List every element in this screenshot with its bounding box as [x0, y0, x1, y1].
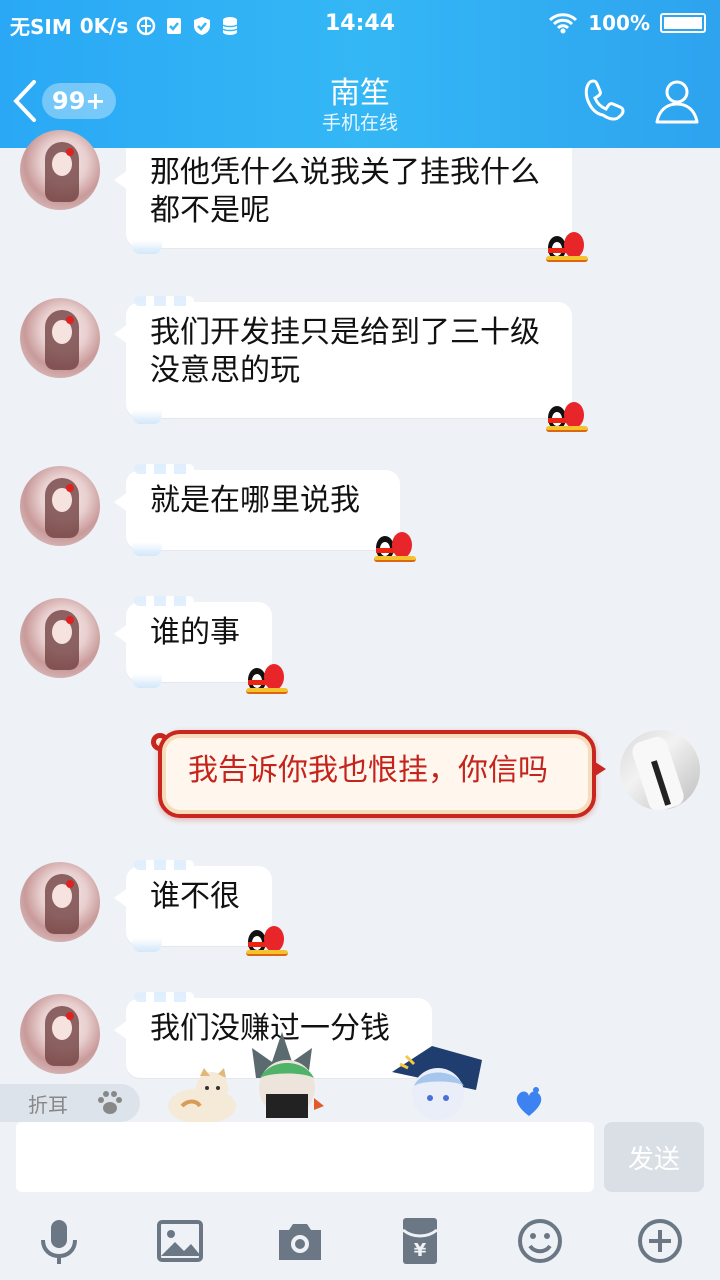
anime-character-sticker-icon: [392, 1046, 482, 1120]
avatar[interactable]: [20, 598, 100, 678]
snow-decoration: [134, 596, 194, 606]
penguin-sticker-icon: [374, 530, 418, 564]
message-text: 谁的事: [150, 615, 240, 650]
message-text: 谁不很: [150, 879, 240, 914]
phone-icon[interactable]: [580, 76, 630, 126]
heart-sticker-icon: [516, 1087, 542, 1116]
send-button[interactable]: 发送: [604, 1122, 704, 1192]
message-bubble[interactable]: 我们开发挂只是给到了三十级没意思的玩: [114, 296, 572, 424]
profile-icon[interactable]: [652, 76, 702, 126]
snow-decoration: [132, 674, 162, 688]
paw-icon: [98, 1091, 122, 1114]
battery-icon: [660, 13, 706, 33]
penguin-sticker-icon: [546, 230, 590, 264]
avatar[interactable]: [20, 130, 100, 210]
image-icon[interactable]: [155, 1216, 205, 1266]
cat-sticker-icon: [168, 1068, 236, 1124]
nav-bar: 99+ 南笙 手机在线: [0, 56, 720, 144]
message-text: 就是在哪里说我: [150, 483, 360, 518]
mic-icon[interactable]: [34, 1216, 84, 1266]
snow-decoration: [134, 464, 194, 474]
my-message-bubble[interactable]: 我告诉你我也恨挂，你信吗: [158, 730, 606, 818]
message-text: 我告诉你我也恨挂，你信吗: [188, 753, 548, 788]
wifi-icon: [549, 13, 578, 34]
snow-decoration: [132, 938, 162, 952]
message-text: 我们开发挂只是给到了三十级没意思的玩: [150, 315, 540, 388]
avatar[interactable]: [20, 862, 100, 942]
message-text: 那他凭什么说我关了挂我什么都不是呢: [150, 155, 540, 228]
camera-icon[interactable]: [275, 1216, 325, 1266]
penguin-sticker-icon: [246, 662, 290, 696]
ear-bar[interactable]: 折耳: [0, 1084, 140, 1122]
snow-decoration: [134, 860, 194, 870]
message-bubble[interactable]: 那他凭什么说我关了挂我什么都不是呢: [114, 148, 572, 254]
snow-decoration: [132, 240, 162, 254]
anime-character-sticker-icon: [252, 1032, 324, 1118]
battery-percent: 100%: [588, 11, 650, 35]
snow-decoration: [132, 410, 162, 424]
avatar[interactable]: [20, 994, 100, 1074]
ear-bar-label: 折耳: [28, 1092, 68, 1117]
avatar[interactable]: [20, 298, 100, 378]
red-packet-icon[interactable]: ¥: [395, 1216, 445, 1266]
snow-decoration: [134, 296, 194, 306]
penguin-sticker-icon: [546, 400, 590, 434]
avatar[interactable]: [20, 466, 100, 546]
status-bar: 无SIM 0K/s 14:44 100%: [0, 0, 720, 50]
emoji-icon[interactable]: [515, 1216, 565, 1266]
snow-decoration: [134, 992, 194, 1002]
my-avatar[interactable]: [620, 730, 700, 810]
plus-icon[interactable]: [635, 1216, 685, 1266]
svg-text:¥: ¥: [414, 1240, 427, 1261]
input-toolbar: ¥: [0, 1202, 720, 1280]
chat-header: 无SIM 0K/s 14:44 100% 99+ 南笙 手机在线: [0, 0, 720, 148]
penguin-sticker-icon: [246, 924, 290, 958]
message-bubble[interactable]: 就是在哪里说我: [114, 464, 400, 556]
message-input[interactable]: [16, 1122, 594, 1192]
snow-decoration: [132, 542, 162, 556]
